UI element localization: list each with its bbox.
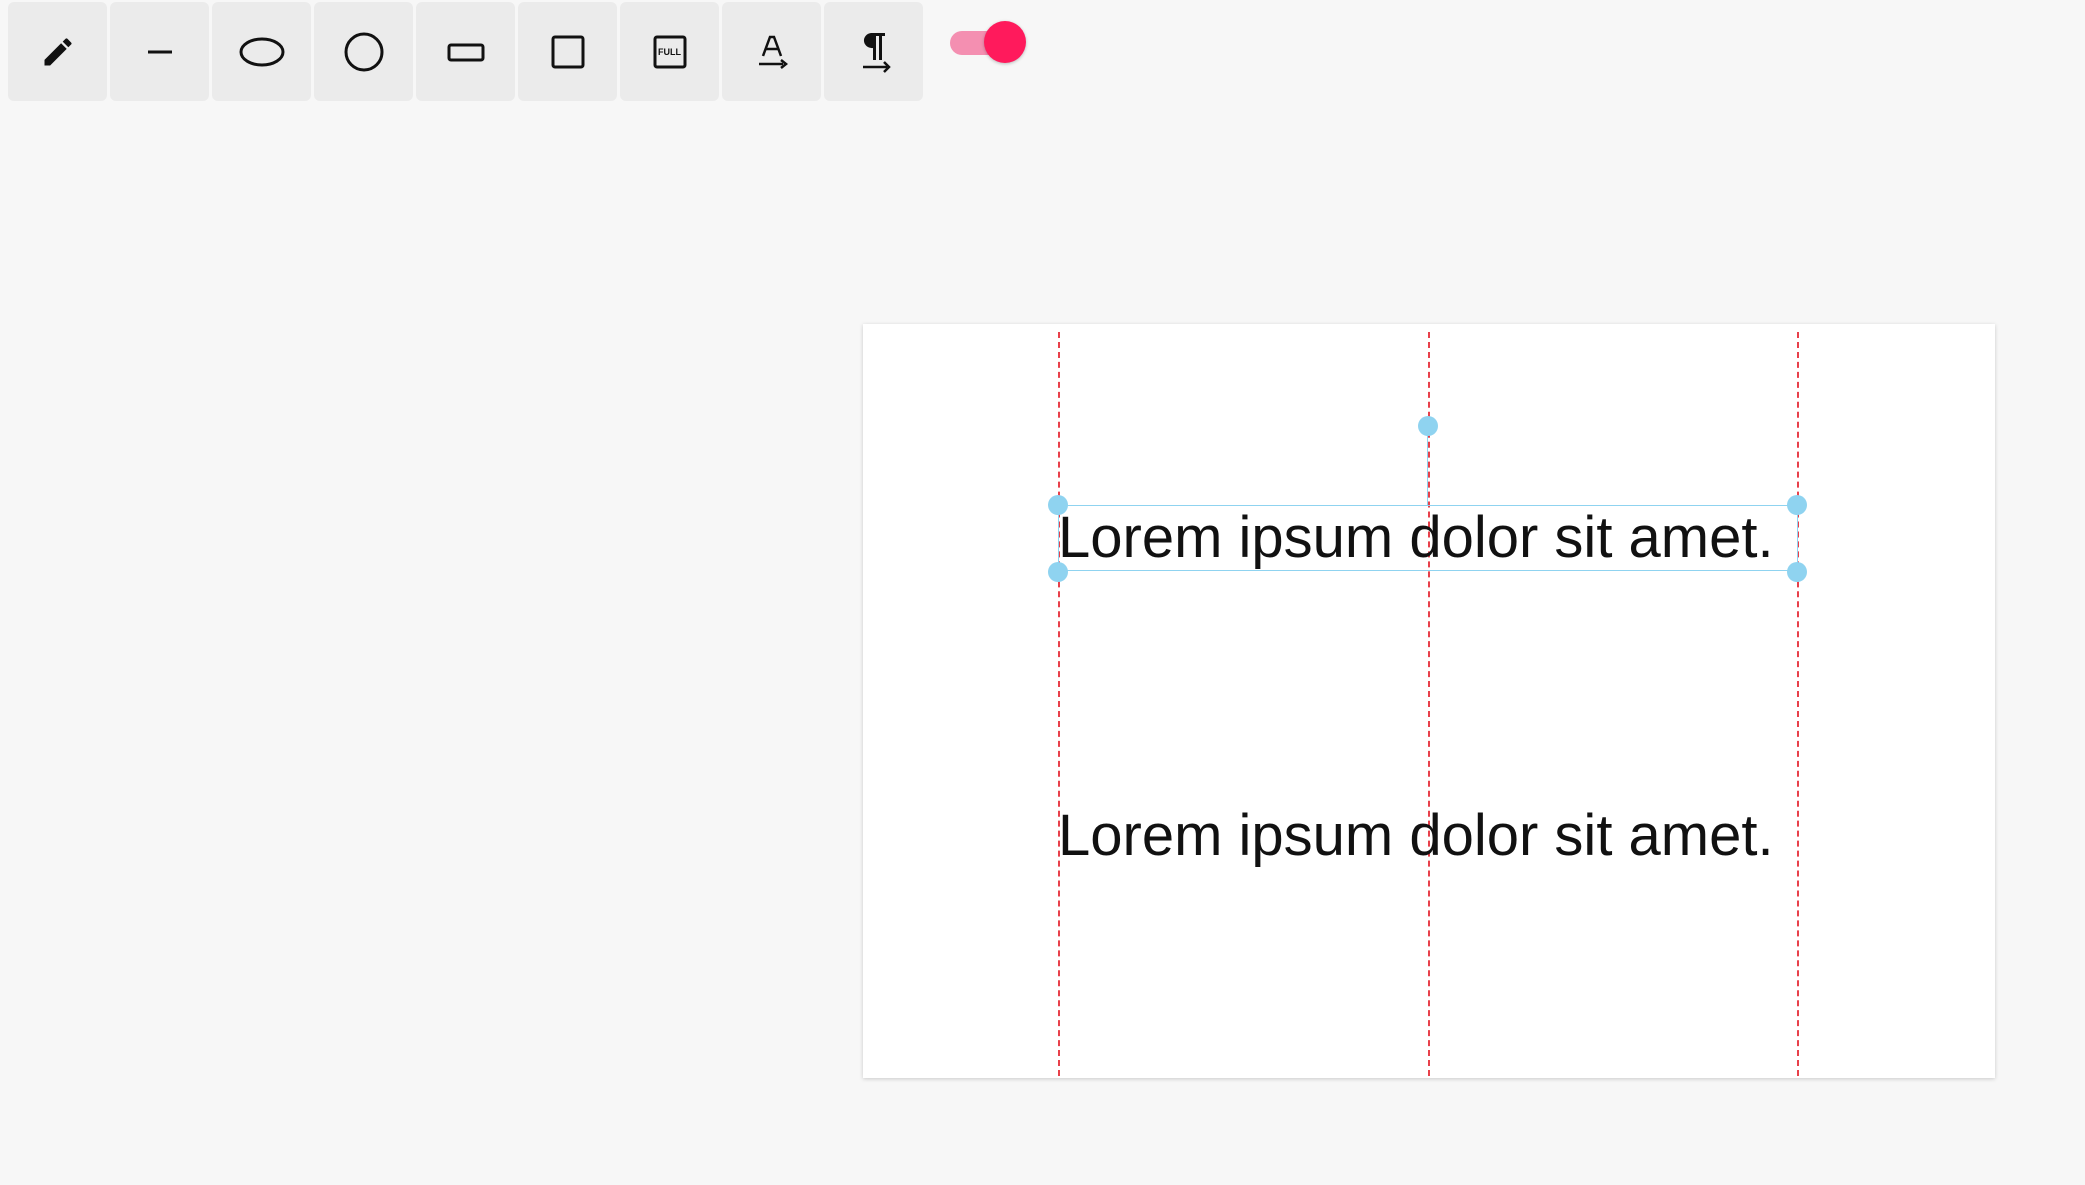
square-tool-button[interactable] bbox=[518, 2, 617, 101]
rectangle-tool-button[interactable] bbox=[416, 2, 515, 101]
text-icon bbox=[754, 32, 790, 72]
rotation-handle-stem bbox=[1427, 426, 1428, 505]
line-icon bbox=[142, 34, 178, 70]
text-object[interactable]: Lorem ipsum dolor sit amet. bbox=[1058, 803, 1774, 869]
full-icon: FULL bbox=[653, 35, 687, 69]
mode-toggle[interactable] bbox=[950, 18, 1026, 64]
line-tool-button[interactable] bbox=[110, 2, 209, 101]
left-guide-line bbox=[1058, 332, 1060, 1076]
resize-handle-top-left[interactable] bbox=[1048, 495, 1068, 515]
rectangle-icon bbox=[446, 38, 486, 66]
drawing-canvas[interactable]: Lorem ipsum dolor sit amet. Lorem ipsum … bbox=[863, 324, 1995, 1078]
paragraph-icon bbox=[855, 30, 893, 74]
circle-icon bbox=[342, 30, 386, 74]
center-guide-line bbox=[1428, 332, 1430, 1076]
selection-box bbox=[1058, 505, 1798, 571]
resize-handle-bottom-right[interactable] bbox=[1787, 562, 1807, 582]
toolbar: FULL bbox=[8, 2, 926, 101]
ellipse-icon bbox=[237, 34, 287, 70]
full-tool-button[interactable]: FULL bbox=[620, 2, 719, 101]
right-guide-line bbox=[1797, 332, 1799, 1076]
pencil-icon bbox=[40, 34, 76, 70]
full-label: FULL bbox=[658, 46, 681, 57]
ellipse-tool-button[interactable] bbox=[212, 2, 311, 101]
resize-handle-top-right[interactable] bbox=[1787, 495, 1807, 515]
toggle-thumb[interactable] bbox=[984, 21, 1026, 63]
paragraph-tool-button[interactable] bbox=[824, 2, 923, 101]
pencil-tool-button[interactable] bbox=[8, 2, 107, 101]
text-tool-button[interactable] bbox=[722, 2, 821, 101]
square-icon bbox=[550, 34, 586, 70]
circle-tool-button[interactable] bbox=[314, 2, 413, 101]
rotation-handle[interactable] bbox=[1418, 416, 1438, 436]
resize-handle-bottom-left[interactable] bbox=[1048, 562, 1068, 582]
